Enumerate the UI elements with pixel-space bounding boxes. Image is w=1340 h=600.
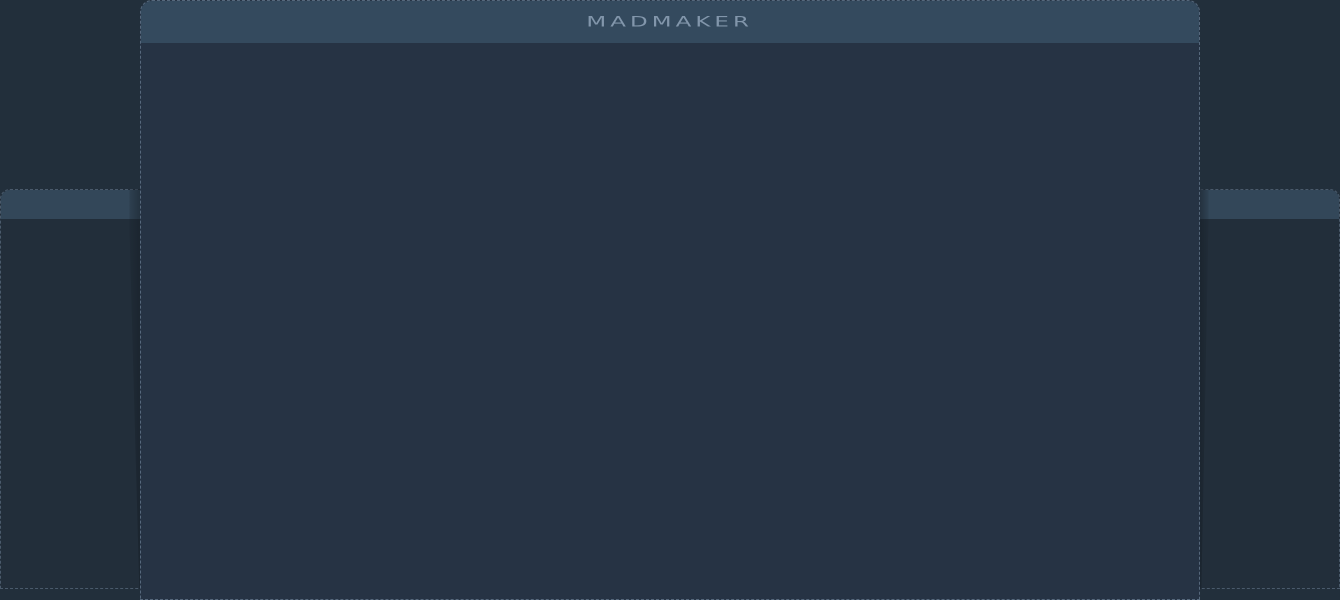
main-window-content (141, 43, 1199, 599)
main-window: MADMAKER (140, 0, 1200, 600)
main-window-header: MADMAKER (141, 1, 1199, 43)
app-title: MADMAKER (586, 13, 754, 30)
